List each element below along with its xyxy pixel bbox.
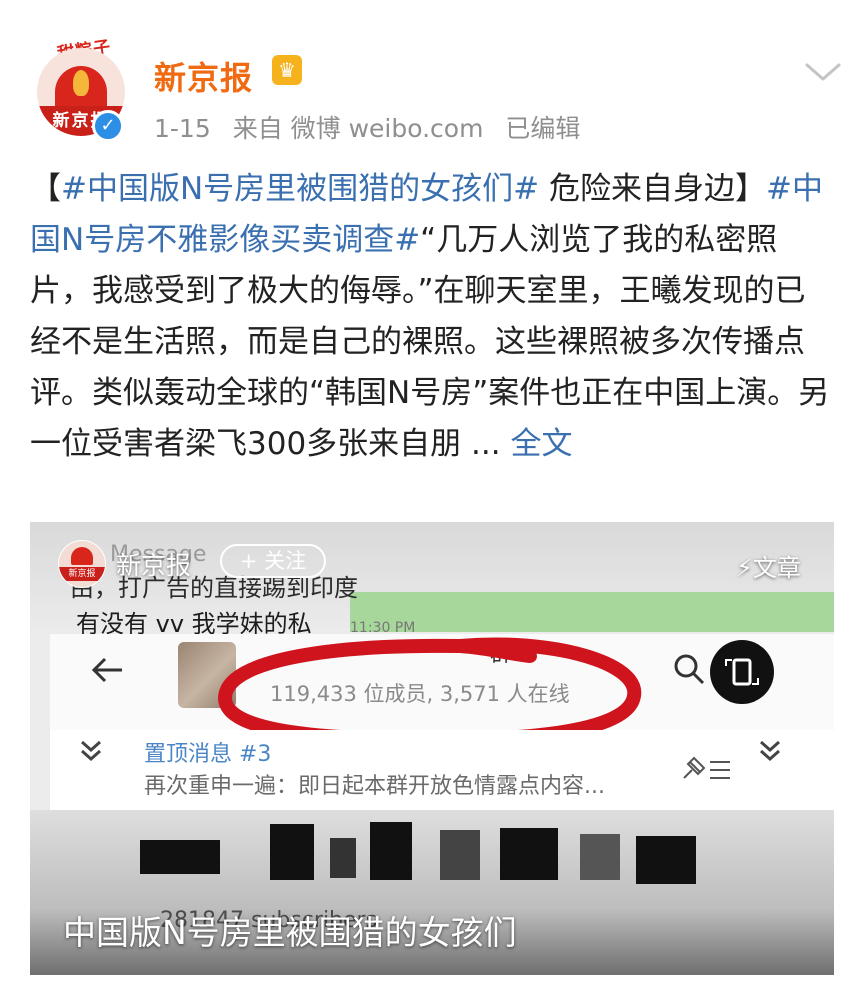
logo-flame-shape [73, 70, 89, 96]
video-card[interactable]: Message 由，打广告的直接踢到印度 有没有 vv 我学妹的私 11:30 … [30, 522, 834, 975]
video-source-name[interactable]: 新京报 [116, 546, 191, 582]
video-pinned-title: 置顶消息 #3 [144, 742, 272, 767]
verified-check-icon: ✓ [92, 110, 124, 142]
double-chevron-down-icon [81, 740, 101, 762]
video-caption: 中国版N号房里被围猎的女孩们 [63, 913, 517, 952]
topic-link-1[interactable]: #中国版N号房里被围猎的女孩们# [61, 171, 539, 207]
author-name[interactable]: 新京报 [154, 53, 253, 99]
chevron-down-icon[interactable] [803, 55, 843, 89]
post-meta: 1-15 来自 微博 weibo.com 已编辑 [154, 109, 594, 145]
lightning-icon: ⚡ [736, 554, 753, 582]
video-source-avatar[interactable]: 新京报 [58, 540, 106, 588]
post-date: 1-15 [154, 114, 211, 143]
censor-block [370, 822, 412, 880]
weibo-post: 甜粽子 新京报 ✓ 新京报 ♛ 1-15 来自 微博 weibo.com 已编辑… [0, 0, 864, 1003]
full-text-link[interactable]: 全文 [510, 426, 572, 462]
edited-label: 已编辑 [505, 114, 581, 143]
vip-crown-icon[interactable]: ♛ [272, 55, 302, 85]
censor-block [636, 836, 696, 884]
bracket-open: 【 [30, 171, 61, 207]
censor-block [330, 838, 356, 878]
post-source: 来自 微博 weibo.com [232, 114, 484, 143]
article-label: 文章 [752, 554, 801, 582]
post-text-segment-2: “几万人浏览了我的私密照片，我感受到了极大的侮辱。”在聊天室里，王曦发现的已经不… [30, 222, 830, 462]
article-link[interactable]: ⚡文章 [736, 548, 801, 583]
censor-block [500, 828, 558, 880]
censor-block [440, 830, 480, 880]
censor-block [140, 840, 220, 874]
logo-dome-shape [71, 547, 93, 565]
post-text: 【#中国版N号房里被围猎的女孩们# 危险来自身边】#中国N号房不雅影像买卖调查#… [30, 164, 830, 470]
censor-block [580, 834, 620, 880]
censor-block [270, 824, 314, 880]
double-chevron-down-icon [760, 740, 780, 762]
pin-list-icon [683, 756, 730, 779]
follow-button[interactable]: + 关注 [220, 544, 326, 578]
video-pinned-text: 再次重申一遍：即日起本群开放色情露点内容... [144, 774, 605, 799]
post-text-segment-1: 危险来自身边】 [539, 171, 766, 207]
video-source-avatar-text: 新京报 [59, 567, 105, 581]
